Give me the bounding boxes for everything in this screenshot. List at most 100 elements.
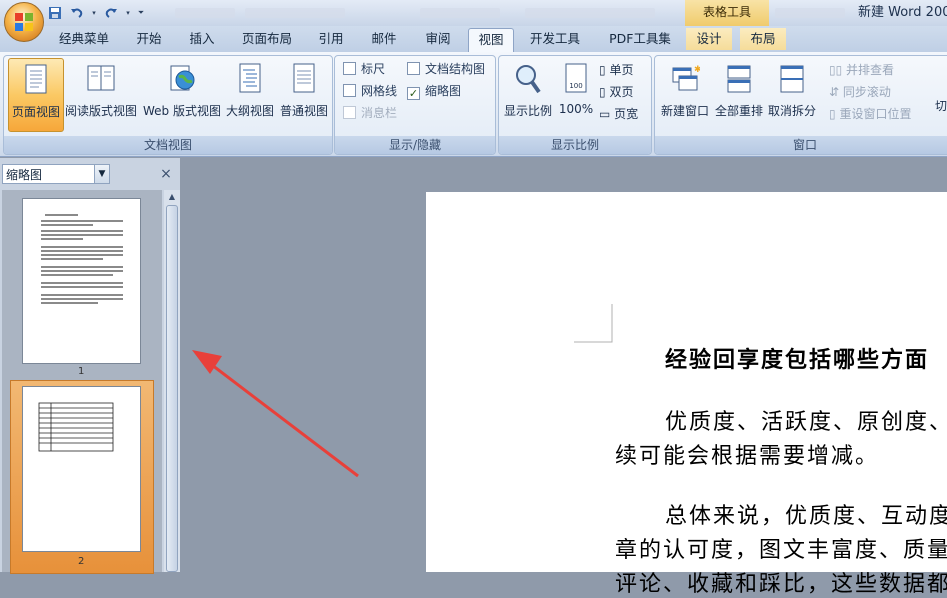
pane-view-dropdown[interactable]: 缩略图 ▼	[2, 164, 110, 184]
tab-layout[interactable]: 布局	[740, 28, 786, 50]
draft-view-label: 普通视图	[279, 104, 328, 118]
zoom-100-label: 100%	[558, 102, 594, 116]
tab-view[interactable]: 视图	[468, 28, 514, 53]
arrange-all-button[interactable]: 全部重排	[713, 58, 765, 130]
document-heading: 经验回享度包括哪些方面	[665, 347, 930, 373]
full-screen-reading-button[interactable]: 阅读版式视图	[64, 58, 138, 130]
close-icon[interactable]: ×	[158, 166, 174, 182]
office-logo-icon	[15, 13, 33, 31]
blurred-tab	[175, 8, 235, 18]
arrange-all-label: 全部重排	[714, 104, 763, 118]
globe-icon	[170, 65, 195, 91]
document-map-checkbox[interactable]: 文档结构图	[407, 60, 485, 78]
zoom-100-icon-text: 100	[569, 82, 582, 90]
one-page-icon: ▯	[599, 63, 606, 77]
group-window: ✱ 新建窗口 全部重排 取消拆分 ▯▯ 并排查看 ⇵ 同步滚动 ▯ 重设窗口位置…	[654, 55, 947, 155]
document-page[interactable]: 经验回享度包括哪些方面 优质度、活跃度、原创度、 续可能会根据需要增减。 总体来…	[426, 192, 947, 597]
ribbon-tab-bar: 经典菜单 开始 插入 页面布局 引用 邮件 审阅 视图 开发工具 PDF工具集 …	[0, 26, 947, 53]
reading-view-icon	[87, 65, 115, 91]
page-thumbnail-2[interactable]	[22, 386, 141, 552]
one-page-button[interactable]: ▯ 单页	[599, 60, 633, 80]
tab-page-layout[interactable]: 页面布局	[236, 28, 298, 50]
sync-scroll-label: 同步滚动	[842, 85, 891, 99]
thumbnails-checkbox[interactable]: ✓ 缩略图	[407, 82, 461, 100]
pane-scrollbar-thumb[interactable]	[166, 205, 178, 572]
document-paragraph-line: 优质度、活跃度、原创度、	[665, 410, 947, 435]
new-window-icon: ✱	[672, 65, 702, 91]
switch-windows-button[interactable]: 切	[935, 96, 947, 116]
print-layout-label: 页面视图	[11, 105, 60, 119]
message-bar-label: 消息栏	[361, 106, 398, 120]
blurred-tab	[420, 8, 500, 18]
outline-view-button[interactable]: 大纲视图	[224, 58, 276, 130]
side-by-side-label: 并排查看	[846, 63, 895, 77]
outline-icon	[239, 63, 261, 93]
save-icon[interactable]	[46, 4, 64, 22]
two-pages-button[interactable]: ▯ 双页	[599, 82, 633, 102]
tab-pdf-tools[interactable]: PDF工具集	[600, 28, 680, 50]
group-label: 显示/隐藏	[335, 136, 495, 154]
remove-split-button[interactable]: 取消拆分	[765, 58, 819, 130]
dropdown-icon[interactable]: ▾	[90, 4, 98, 22]
office-button[interactable]	[4, 2, 44, 42]
tab-insert[interactable]: 插入	[180, 28, 224, 50]
group-show-hide: 标尺 网格线 消息栏 文档结构图 ✓ 缩略图 显示/隐藏	[334, 55, 496, 155]
page-view-icon	[25, 64, 47, 94]
ruler-checkbox[interactable]: 标尺	[343, 60, 385, 78]
gridlines-checkbox[interactable]: 网格线	[343, 82, 397, 100]
magnifier-icon	[516, 65, 541, 94]
new-window-label: 新建窗口	[660, 104, 709, 118]
new-window-button[interactable]: ✱ 新建窗口	[657, 58, 713, 130]
scroll-up-icon[interactable]: ▲	[165, 192, 179, 204]
dropdown-icon[interactable]: ▾	[124, 4, 132, 22]
checkbox-box	[343, 106, 356, 119]
page-thumbnail-1[interactable]	[22, 198, 141, 364]
redo-icon[interactable]	[102, 4, 120, 22]
two-pages-label: 双页	[609, 85, 634, 99]
zoom-100-button[interactable]: 100 100%	[557, 58, 595, 130]
one-page-label: 单页	[609, 63, 634, 77]
reset-position-label: 重设窗口位置	[839, 107, 912, 121]
sync-scroll-icon: ⇵	[829, 85, 840, 99]
group-label: 显示比例	[499, 136, 651, 154]
customize-qat-icon[interactable]: ⏷	[136, 4, 146, 22]
tab-mailings[interactable]: 邮件	[362, 28, 406, 50]
group-label: 文档视图	[4, 136, 332, 154]
outline-view-label: 大纲视图	[225, 104, 274, 118]
arrange-all-icon	[727, 65, 751, 93]
tab-classic-menu[interactable]: 经典菜单	[52, 28, 116, 50]
tab-references[interactable]: 引用	[310, 28, 352, 50]
check-icon: ✓	[407, 87, 420, 100]
tab-review[interactable]: 审阅	[416, 28, 460, 50]
zoom-button[interactable]: 显示比例	[501, 58, 555, 130]
page-width-icon: ▭	[599, 107, 611, 121]
side-by-side-icon: ▯▯	[829, 63, 843, 77]
tab-developer[interactable]: 开发工具	[522, 28, 588, 50]
remove-split-label: 取消拆分	[767, 104, 816, 118]
undo-icon[interactable]	[68, 4, 86, 22]
blurred-tab	[775, 8, 845, 18]
document-paragraph-line: 续可能会根据需要增减。	[615, 444, 880, 469]
tab-design[interactable]: 设计	[686, 28, 732, 50]
reading-view-label: 阅读版式视图	[64, 104, 137, 118]
blurred-tab	[525, 8, 655, 18]
view-side-by-side-button: ▯▯ 并排查看	[829, 60, 894, 80]
checkbox-box	[343, 84, 356, 97]
group-label: 窗口	[655, 136, 947, 154]
draft-view-button[interactable]: 普通视图	[278, 58, 330, 130]
reset-position-icon: ▯	[829, 107, 836, 121]
page-thumbnail-content	[38, 402, 114, 452]
page-width-button[interactable]: ▭ 页宽	[599, 104, 638, 124]
ruler-label: 标尺	[361, 62, 386, 76]
draft-icon	[293, 63, 315, 93]
document-paragraph-line: 评论、收藏和踩比，这些数据都	[615, 572, 947, 597]
tab-home[interactable]: 开始	[128, 28, 170, 50]
print-layout-button[interactable]: 页面视图	[8, 58, 64, 132]
web-layout-button[interactable]: Web 版式视图	[140, 58, 224, 130]
blurred-tab	[245, 8, 345, 18]
page-number-1: 1	[78, 366, 85, 377]
table-tools-context-label: 表格工具	[685, 0, 769, 26]
split-icon	[780, 65, 804, 93]
gridlines-label: 网格线	[361, 84, 398, 98]
margin-corner-mark	[574, 304, 613, 343]
